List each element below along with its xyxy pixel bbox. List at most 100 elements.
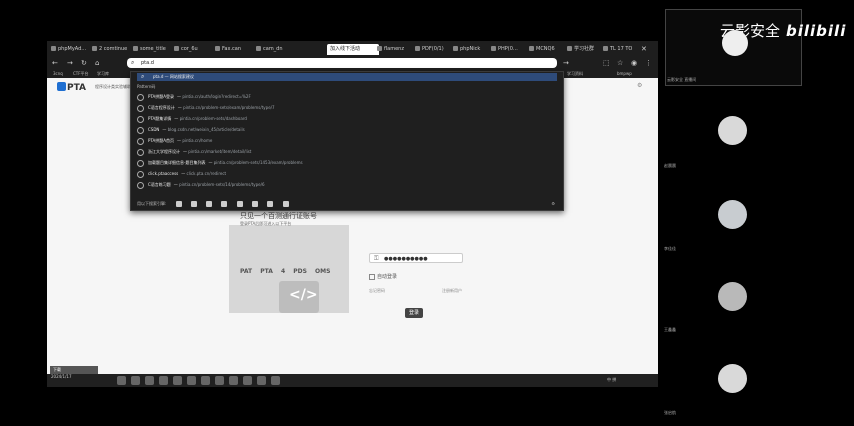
start-icon[interactable]	[117, 376, 126, 385]
browser-tab[interactable]: TL 17 TO	[603, 44, 635, 55]
tab-favicon-icon	[215, 46, 220, 51]
tab-favicon-icon	[453, 46, 458, 51]
tab-favicon-icon	[529, 46, 534, 51]
taskbar-app-icon[interactable]	[131, 376, 140, 385]
back-arrow-icon[interactable]: ←	[52, 58, 58, 68]
bookmark-star-icon[interactable]: ☆	[617, 58, 623, 68]
tab-favicon-icon	[92, 46, 97, 51]
suggestion-query[interactable]: ⌕ pta.d — 网站搜索建议	[137, 73, 557, 81]
participant-avatar[interactable]	[718, 116, 747, 145]
bilibili-logo: bilibili	[786, 22, 847, 40]
extensions-icon[interactable]: ⬚	[603, 58, 610, 68]
register-link[interactable]: 注册新用户	[442, 288, 462, 294]
taskbar-app-icon[interactable]	[187, 376, 196, 385]
reload-icon[interactable]: ↻	[81, 58, 87, 68]
taskbar-app-icon[interactable]	[257, 376, 266, 385]
speaker-name: 云影安全 直播间	[667, 77, 697, 82]
taskbar-app-icon[interactable]	[159, 376, 168, 385]
window-close-icon[interactable]: ✕	[641, 44, 655, 55]
browser-tab[interactable]: flamenz	[377, 44, 413, 55]
taskbar-app-icon[interactable]	[145, 376, 154, 385]
bookmark-item[interactable]: CTF平台	[73, 69, 89, 78]
gear-icon[interactable]: ⚙	[637, 82, 642, 89]
browser-toolbar: ← → ↻ ⌂ ⌕ pta.d → ⬚ ☆ ◉ ⋮	[47, 57, 658, 69]
browser-tab[interactable]: some_title	[133, 44, 171, 55]
auto-login-checkbox[interactable]: 自动登录	[369, 273, 397, 280]
browser-tab[interactable]: phpMyAd…	[51, 44, 89, 55]
search-engine-icon[interactable]	[190, 201, 197, 207]
login-button[interactable]: 登录	[405, 308, 423, 318]
tab-favicon-icon	[51, 46, 56, 51]
suggestion-row[interactable]: click.ptaaccess — click.pta.cn/redirect	[137, 169, 557, 179]
participant-name: 王鑫鑫	[664, 327, 676, 332]
browser-tab[interactable]: MCNQ6	[529, 44, 565, 55]
login-slogan-sub: 登录PTA后即可进入以下平台	[240, 221, 292, 226]
home-icon[interactable]: ⌂	[95, 58, 99, 68]
pta-logo[interactable]: PTA	[57, 82, 86, 93]
taskbar-app-icon[interactable]	[243, 376, 252, 385]
suggestion-row[interactable]: PTA拼题A首页 — pintia.cn/home	[137, 136, 557, 146]
password-field[interactable]: ⚿ ●●●●●●●●●●	[369, 253, 463, 263]
forgot-password-link[interactable]: 忘记密码	[369, 288, 385, 294]
bookmark-item[interactable]: 学习资料	[567, 69, 583, 78]
browser-tab[interactable]: PDF(0/1)	[415, 44, 451, 55]
globe-icon	[137, 159, 144, 167]
search-engine-icon[interactable]	[282, 201, 289, 207]
taskbar-app-icon[interactable]	[173, 376, 182, 385]
browser-tab[interactable]: PHP(0…	[491, 44, 527, 55]
search-engine-icon[interactable]	[236, 201, 243, 207]
browser-tab[interactable]: cam_dn	[256, 44, 294, 55]
suggestion-row[interactable]: 浙江大学程序设计 — pintia.cn/market/item/detail/l…	[137, 147, 557, 157]
checkbox-icon	[369, 273, 375, 280]
profile-icon[interactable]: ◉	[631, 58, 637, 68]
tab-favicon-icon	[256, 46, 261, 51]
tab-favicon-icon	[133, 46, 138, 51]
menu-icon[interactable]: ⋮	[645, 58, 652, 68]
history-icon	[137, 93, 144, 101]
taskbar-date: 2024/1/17	[51, 374, 72, 379]
suggestion-row[interactable]: C语言练习题 — pintia.cn/problem-sets/14/proble…	[137, 180, 557, 190]
browser-tab[interactable]: Fax.can	[215, 44, 253, 55]
taskbar-app-icon[interactable]	[271, 376, 280, 385]
browser-tab[interactable]: phpNick	[453, 44, 489, 55]
suggestion-row[interactable]: C语言程序设计 — pintia.cn/problem-sets/exam/pro…	[137, 103, 557, 113]
bookmark-item[interactable]: bmpwp	[617, 69, 632, 78]
pta-logo-icon	[57, 82, 66, 91]
search-engine-icon[interactable]	[267, 201, 274, 207]
participant-name: 张启航	[664, 410, 676, 415]
search-icon: ⌕	[141, 73, 145, 80]
suggestion-row[interactable]: PTA题集详情 — pintia.cn/problem-sets/dashboar…	[137, 114, 557, 124]
taskbar-app-icon[interactable]	[215, 376, 224, 385]
taskbar-app-icon[interactable]	[201, 376, 210, 385]
search-engine-icon[interactable]	[221, 201, 228, 207]
suggestion-row[interactable]: CSDN — blog.csdn.net/weixin_45/article/de…	[137, 125, 557, 135]
code-brackets-icon: </>	[279, 281, 319, 313]
browser-tab[interactable]: 学习社群	[567, 44, 601, 55]
browser-tab[interactable]: 2 comtinue	[92, 44, 130, 55]
go-arrow-icon[interactable]: →	[563, 58, 569, 68]
bookmark-item[interactable]: 学习库	[97, 69, 109, 78]
address-bar[interactable]: ⌕ pta.d	[127, 58, 557, 68]
suggestion-row[interactable]: PTA拼题A登录 — pintia.cn/auth/login?redirect=…	[137, 92, 557, 102]
browser-tab-active[interactable]: 加入线下活动	[327, 44, 379, 55]
shared-screen: phpMyAd… 2 comtinue some_title cor_6u Fa…	[47, 41, 658, 387]
suggestion-row[interactable]: 加载题目集详细信息-题目集列表 — pintia.cn/problem-sets/…	[137, 158, 557, 168]
login-slogan: 只见一个百测通行证账号	[240, 212, 317, 220]
search-engine-icon[interactable]	[175, 201, 182, 207]
globe-icon	[137, 170, 144, 178]
participant-avatar[interactable]	[718, 200, 747, 229]
system-tray[interactable]: 中 拼	[607, 377, 616, 383]
participant-name: 李佳佳	[664, 246, 676, 251]
browser-tab[interactable]: cor_6u	[174, 44, 212, 55]
forward-arrow-icon[interactable]: →	[67, 58, 73, 68]
tab-favicon-icon	[415, 46, 420, 51]
bookmark-item[interactable]: 3cnq	[53, 69, 63, 78]
search-engine-icon[interactable]	[252, 201, 259, 207]
search-engine-icon[interactable]	[206, 201, 213, 207]
history-icon	[137, 104, 144, 112]
participant-avatar[interactable]	[718, 364, 747, 393]
participant-avatar[interactable]	[718, 282, 747, 311]
download-bar[interactable]: 下载	[50, 366, 98, 374]
taskbar-app-icon[interactable]	[229, 376, 238, 385]
gear-icon[interactable]: ⚙	[551, 199, 555, 208]
